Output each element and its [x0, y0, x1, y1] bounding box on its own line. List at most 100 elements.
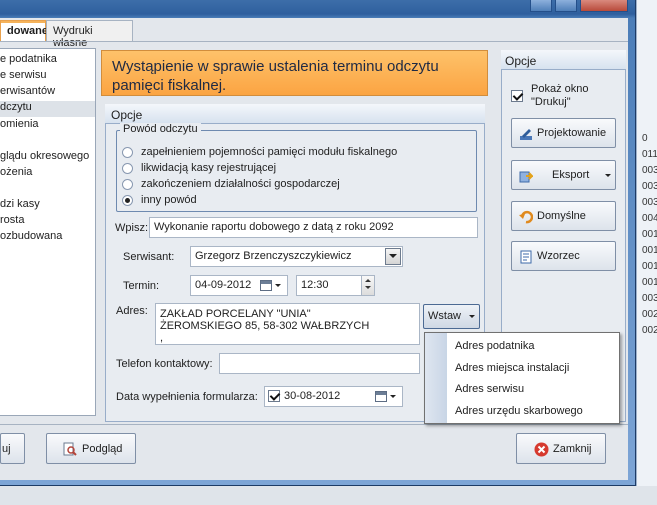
address-line: , [160, 332, 164, 344]
background-cell: 002 [642, 309, 657, 320]
list-item[interactable]: glądu okresowego [0, 150, 89, 166]
wpisz-label: Wpisz: [115, 222, 148, 234]
address-textarea[interactable]: ZAKŁAD PORCELANY "UNIA" ŻEROMSKIEGO 85, … [155, 303, 420, 345]
design-icon [520, 129, 532, 140]
insert-address-button[interactable]: Wstaw [423, 304, 480, 329]
termin-date: 04-09-2012 [195, 279, 252, 291]
show-print-window-label: "Drukuj" [531, 96, 571, 108]
list-item[interactable]: omienia [0, 118, 39, 134]
menu-item-service-address[interactable]: Adres serwisu [455, 383, 524, 395]
window-close-button[interactable] [580, 0, 628, 12]
close-label: Zamknij [553, 443, 592, 455]
background-cell: 001 [642, 261, 657, 272]
termin-time: 12:30 [301, 279, 329, 291]
undo-icon [519, 210, 533, 224]
list-item[interactable]: rosta [0, 214, 24, 230]
time-spinner[interactable] [361, 276, 374, 295]
background-cell: 003 [642, 197, 657, 208]
print-list: e podatnika e serwisu erwisantów dczytu … [0, 48, 96, 416]
template-icon [520, 250, 532, 264]
fill-date-value: 30-08-2012 [284, 390, 341, 402]
adres-label: Adres: [116, 305, 148, 317]
preview-button[interactable]: Podgląd [46, 433, 136, 464]
design-button[interactable]: Projektowanie [511, 118, 616, 148]
background-cell: 011 [642, 149, 657, 160]
list-item[interactable]: ozbudowana [0, 230, 62, 246]
tab-custom-prints[interactable]: Wydruki własne [46, 20, 133, 49]
address-line: ŻEROMSKIEGO 85, 58-302 WAŁBRZYCH [160, 320, 370, 332]
maximize-button[interactable] [555, 0, 577, 12]
export-button[interactable]: Eksport [511, 160, 616, 190]
chevron-down-icon [605, 174, 611, 177]
background-cell: 002 [642, 325, 657, 336]
print-button[interactable]: uj [0, 433, 25, 464]
reason-radio-liquidation[interactable] [122, 163, 133, 174]
termin-label: Termin: [123, 280, 160, 292]
other-reason-input[interactable]: Wykonanie raportu dobowego z datą z roku… [149, 217, 478, 238]
menu-item-install-address[interactable]: Adres miejsca instalacji [455, 362, 569, 374]
close-icon [534, 442, 549, 457]
background-cell: 001 [642, 245, 657, 256]
reason-radio-other[interactable] [122, 195, 133, 206]
show-print-window-label: Pokaż okno [531, 83, 589, 95]
options-panel-header: Opcje [105, 104, 485, 124]
list-item[interactable]: ożenia [0, 166, 32, 182]
chevron-down-icon[interactable] [385, 248, 401, 265]
termin-date-picker[interactable]: 04-09-2012 [190, 275, 288, 296]
background-cell: 0 [642, 133, 648, 144]
background-cell: 003 [642, 165, 657, 176]
calendar-icon[interactable] [375, 391, 387, 402]
close-button[interactable]: Zamknij [516, 433, 606, 464]
reason-label: zapełnieniem pojemności pamięci modułu f… [141, 146, 398, 158]
minimize-button[interactable] [530, 0, 552, 12]
print-options-header: Opcje [501, 50, 626, 70]
template-button-label: Wzorzec [537, 250, 580, 262]
background-bottom [0, 486, 657, 505]
export-icon [519, 171, 533, 183]
form-title-banner: Wystąpienie w sprawie ustalenia terminu … [101, 50, 488, 96]
background-cell: 001 [642, 229, 657, 240]
calendar-icon[interactable] [260, 280, 272, 291]
design-button-label: Projektowanie [537, 127, 607, 139]
list-item[interactable]: dzi kasy [0, 198, 40, 214]
reason-radio-business-end[interactable] [122, 179, 133, 190]
chevron-down-icon [469, 315, 475, 318]
reason-legend: Powód odczytu [120, 123, 201, 135]
serwisant-select[interactable]: Grzegorz Brzenczyszczykiewicz [190, 246, 403, 267]
list-item[interactable]: e podatnika [0, 53, 57, 69]
menu-icon-strip [425, 333, 447, 423]
background-grid-column: 0 011 003 003 003 004 001 001 001 001 003 002 002 [636, 0, 657, 505]
footer-separator [0, 424, 628, 425]
menu-item-tax-office-address[interactable]: Adres urzędu skarbowego [455, 405, 583, 417]
reason-label: zakończeniem działalności gospodarczej [141, 178, 340, 190]
list-item-selected[interactable]: dczytu [0, 101, 95, 117]
phone-input[interactable] [219, 353, 420, 374]
insert-address-label: Wstaw [428, 310, 461, 322]
address-line: ZAKŁAD PORCELANY "UNIA" [160, 308, 311, 320]
background-cell: 003 [642, 181, 657, 192]
list-item[interactable]: erwisantów [0, 85, 55, 101]
menu-item-taxpayer-address[interactable]: Adres podatnika [455, 340, 535, 352]
serwisant-label: Serwisant: [123, 251, 175, 263]
fill-date-label: Data wypełnienia formularza: [116, 391, 258, 403]
template-button[interactable]: Wzorzec [511, 241, 616, 271]
defaults-button[interactable]: Domyślne [511, 201, 616, 231]
fill-date-picker[interactable]: 30-08-2012 [264, 386, 403, 407]
chevron-down-icon[interactable] [390, 395, 396, 398]
background-cell: 001 [642, 277, 657, 288]
reason-label: inny powód [141, 194, 197, 206]
tab-predefined[interactable]: dowane [0, 20, 48, 42]
chevron-down-icon[interactable] [275, 284, 281, 287]
termin-time-input[interactable]: 12:30 [296, 275, 375, 296]
show-print-window-checkbox[interactable] [511, 90, 523, 102]
list-item[interactable]: e serwisu [0, 69, 46, 85]
tab-underline [0, 41, 628, 42]
export-button-label: Eksport [552, 169, 590, 181]
defaults-button-label: Domyślne [537, 210, 586, 222]
fill-date-checkbox[interactable] [268, 390, 280, 402]
reason-label: likwidacją kasy rejestrującej [141, 162, 277, 174]
reason-radio-memory-full[interactable] [122, 147, 133, 158]
background-cell: 003 [642, 293, 657, 304]
preview-icon [63, 442, 77, 456]
serwisant-value: Grzegorz Brzenczyszczykiewicz [195, 250, 352, 262]
